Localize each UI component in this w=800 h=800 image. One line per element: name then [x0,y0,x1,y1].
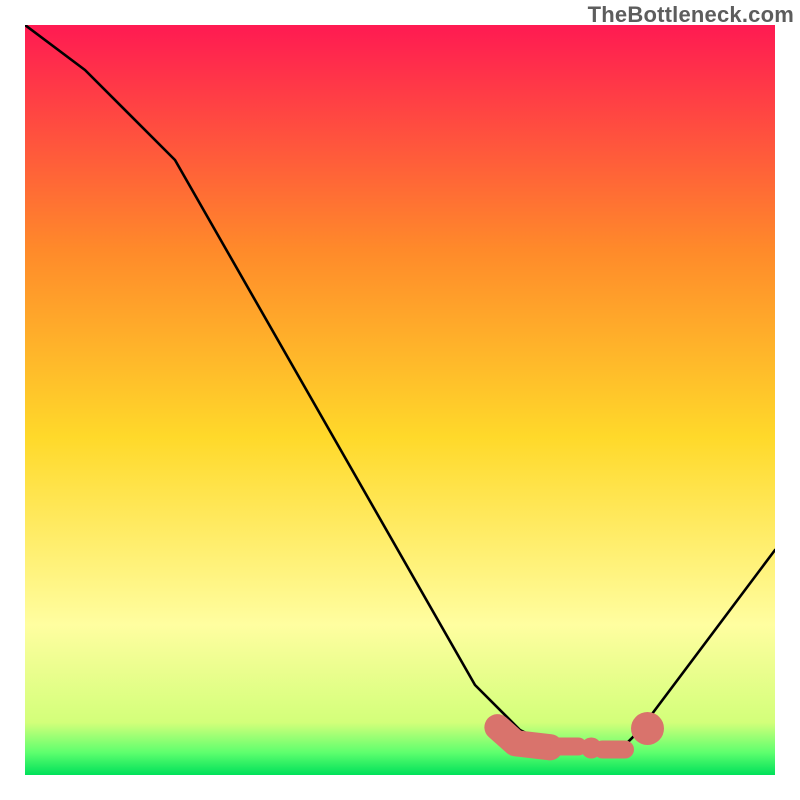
gradient-background [25,25,775,775]
marker-dot-2 [631,712,664,745]
chart-container: TheBottleneck.com [0,0,800,800]
plot-area [25,25,775,775]
chart-svg [25,25,775,775]
